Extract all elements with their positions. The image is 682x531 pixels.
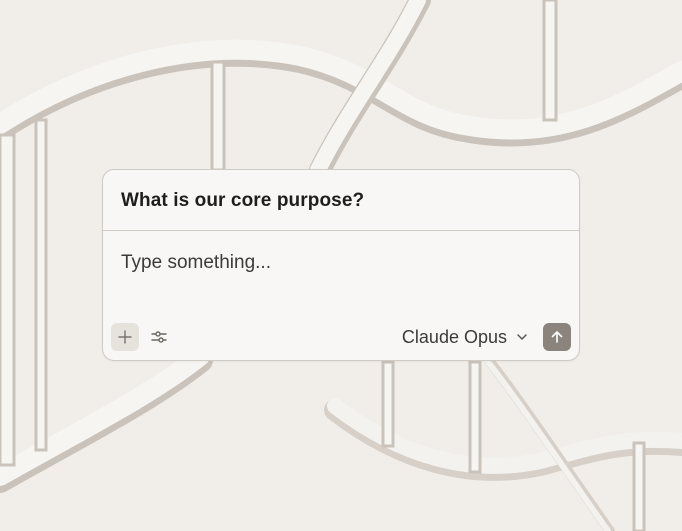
composer-header: What is our core purpose? xyxy=(103,170,579,231)
plus-icon xyxy=(118,330,132,344)
input-area xyxy=(121,252,561,278)
composer-toolbar: Claude Opus xyxy=(111,323,571,351)
arrow-up-icon xyxy=(551,331,563,343)
app-stage: What is our core purpose? Type something… xyxy=(0,0,682,531)
sliders-icon xyxy=(151,331,167,343)
send-button[interactable] xyxy=(543,323,571,351)
model-selector-label: Claude Opus xyxy=(401,326,507,347)
add-attachment-button[interactable] xyxy=(111,323,139,351)
chevron-down-icon xyxy=(517,334,527,340)
tools-settings-button[interactable] xyxy=(145,323,173,351)
question-title: What is our core purpose? xyxy=(121,190,365,211)
model-selector[interactable]: Claude Opus xyxy=(396,323,535,351)
message-input[interactable] xyxy=(121,252,561,274)
prompt-composer: What is our core purpose? Type something… xyxy=(102,169,580,361)
